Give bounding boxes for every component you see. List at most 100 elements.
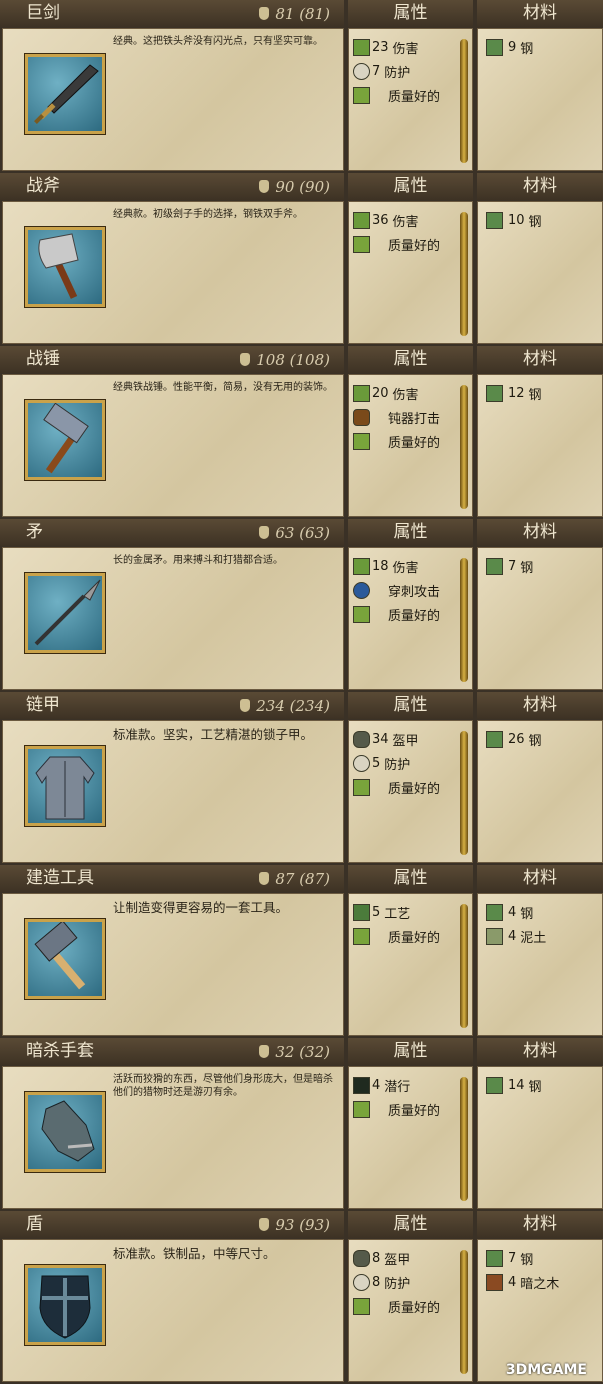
weight-bag-icon	[259, 872, 270, 885]
scrollbar[interactable]	[460, 1250, 468, 1374]
attributes-header: 属性	[348, 346, 473, 373]
item-row[interactable]: 战锤 108 (108) 属性 材料 经典铁战锤。性能平衡，简易，没有无用的装饰…	[0, 346, 603, 519]
item-name: 链甲	[26, 695, 60, 715]
item-row[interactable]: 盾 93 (93) 属性 材料 标准款。铁制品，中等尺寸。 8 盔甲 8 防护 …	[0, 1211, 603, 1384]
item-weight: 63 (63)	[259, 523, 330, 543]
attribute-label: 防护	[384, 1276, 411, 1292]
scrollbar[interactable]	[460, 904, 468, 1028]
item-description: 经典。这把铁头斧没有闪光点，只有坚实可靠。	[113, 36, 323, 47]
material-label: 钢	[528, 387, 542, 403]
attribute-value: 8	[372, 1274, 381, 1290]
attribute-label: 防护	[384, 65, 411, 81]
build-tools-icon[interactable]	[25, 919, 105, 999]
scrollbar[interactable]	[460, 731, 468, 855]
greatsword-icon[interactable]	[25, 54, 105, 134]
attribute-label: 工艺	[384, 906, 411, 922]
item-weight: 81 (81)	[259, 4, 330, 24]
craft-icon	[353, 903, 370, 921]
attribute-item: 20 伤害	[353, 381, 458, 405]
scrollbar[interactable]	[460, 1077, 468, 1201]
defense-icon	[353, 754, 370, 772]
quality-icon	[353, 605, 370, 623]
material-value: 10	[508, 212, 525, 228]
weight-value: 63 (63)	[275, 524, 330, 542]
attribute-item: 质量好的	[353, 924, 458, 948]
warhammer-icon[interactable]	[25, 400, 105, 480]
item-description: 让制造变得更容易的一套工具。	[113, 900, 289, 915]
watermark: 3DMGAME	[505, 1362, 587, 1378]
attribute-label: 质量好的	[388, 608, 441, 624]
weight-bag-icon	[240, 353, 251, 366]
scrollbar[interactable]	[460, 39, 468, 163]
item-row[interactable]: 链甲 234 (234) 属性 材料 标准款。坚实，工艺精湛的锁子甲。 34 盔…	[0, 692, 603, 865]
item-description-panel: 让制造变得更容易的一套工具。	[2, 893, 344, 1036]
battleaxe-icon[interactable]	[25, 227, 105, 307]
item-row[interactable]: 建造工具 87 (87) 属性 材料 让制造变得更容易的一套工具。 5 工艺 质…	[0, 865, 603, 1038]
weight-bag-icon	[259, 7, 270, 20]
armor-icon	[353, 730, 370, 748]
item-row[interactable]: 巨剑 81 (81) 属性 材料 经典。这把铁头斧没有闪光点，只有坚实可靠。 2…	[0, 0, 603, 173]
attributes-panel: 20 伤害 钝器打击 质量好的	[348, 374, 473, 517]
materials-panel: 7 钢 4 暗之木	[477, 1239, 603, 1382]
attributes-header: 属性	[348, 173, 473, 200]
attribute-item: 质量好的	[353, 1097, 458, 1121]
material-label: 钢	[520, 906, 534, 922]
item-description-panel: 长的金属矛。用来搏斗和打猎都合适。	[2, 547, 344, 690]
weight-value: 234 (234)	[256, 697, 330, 715]
quality-icon	[353, 86, 370, 104]
item-description-panel: 经典。这把铁头斧没有闪光点，只有坚实可靠。	[2, 28, 344, 171]
item-name: 建造工具	[26, 868, 94, 888]
material-value: 7	[508, 1250, 517, 1266]
attribute-list: 36 伤害 质量好的	[353, 208, 458, 256]
item-weight: 90 (90)	[259, 177, 330, 197]
damage-icon	[353, 384, 370, 402]
attribute-item: 5 防护	[353, 751, 458, 775]
scrollbar[interactable]	[460, 212, 468, 336]
attribute-value: 7	[372, 63, 381, 79]
chainmail-icon[interactable]	[25, 746, 105, 826]
spear-icon[interactable]	[25, 573, 105, 653]
attributes-header: 属性	[348, 865, 473, 892]
material-label: 钢	[520, 560, 534, 576]
attribute-label: 盔甲	[384, 1252, 411, 1268]
item-weight: 93 (93)	[259, 1215, 330, 1235]
attribute-value: 5	[372, 755, 381, 771]
attribute-label: 质量好的	[388, 1103, 441, 1119]
item-row[interactable]: 暗杀手套 32 (32) 属性 材料 活跃而狡猾的东西，尽管他们身形庞大，但是暗…	[0, 1038, 603, 1211]
steel-icon	[486, 384, 503, 402]
steel-icon	[486, 211, 503, 229]
item-header: 战锤 108 (108)	[0, 346, 344, 373]
scrollbar[interactable]	[460, 385, 468, 509]
material-value: 26	[508, 731, 525, 747]
attributes-header: 属性	[348, 692, 473, 719]
scrollbar[interactable]	[460, 558, 468, 682]
attribute-list: 8 盔甲 8 防护 质量好的	[353, 1246, 458, 1318]
material-label: 钢	[528, 1079, 542, 1095]
assassin-gloves-icon[interactable]	[25, 1092, 105, 1172]
attribute-item: 质量好的	[353, 232, 458, 256]
item-header: 矛 63 (63)	[0, 519, 344, 546]
item-description-panel: 经典铁战锤。性能平衡，简易，没有无用的装饰。	[2, 374, 344, 517]
item-row[interactable]: 战斧 90 (90) 属性 材料 经典款。初级刽子手的选择，钢铁双手斧。 36 …	[0, 173, 603, 346]
stealth-icon	[353, 1076, 370, 1094]
material-value: 4	[508, 904, 517, 920]
attribute-value: 36	[372, 212, 389, 228]
material-list: 14 钢	[486, 1073, 596, 1097]
materials-header: 材料	[477, 1211, 603, 1238]
item-name: 战锤	[26, 349, 60, 369]
item-header: 战斧 90 (90)	[0, 173, 344, 200]
attributes-header: 属性	[348, 0, 473, 27]
item-row[interactable]: 矛 63 (63) 属性 材料 长的金属矛。用来搏斗和打猎都合适。 18 伤害 …	[0, 519, 603, 692]
attribute-label: 质量好的	[388, 781, 441, 797]
attribute-item: 34 盔甲	[353, 727, 458, 751]
shield-icon[interactable]	[25, 1265, 105, 1345]
weight-value: 93 (93)	[275, 1216, 330, 1234]
attribute-item: 36 伤害	[353, 208, 458, 232]
attributes-panel: 23 伤害 7 防护 质量好的	[348, 28, 473, 171]
attribute-label: 质量好的	[388, 89, 441, 105]
weight-bag-icon	[240, 699, 251, 712]
attribute-label: 伤害	[392, 387, 419, 403]
attribute-value: 23	[372, 39, 389, 55]
material-value: 12	[508, 385, 525, 401]
attribute-item: 18 伤害	[353, 554, 458, 578]
